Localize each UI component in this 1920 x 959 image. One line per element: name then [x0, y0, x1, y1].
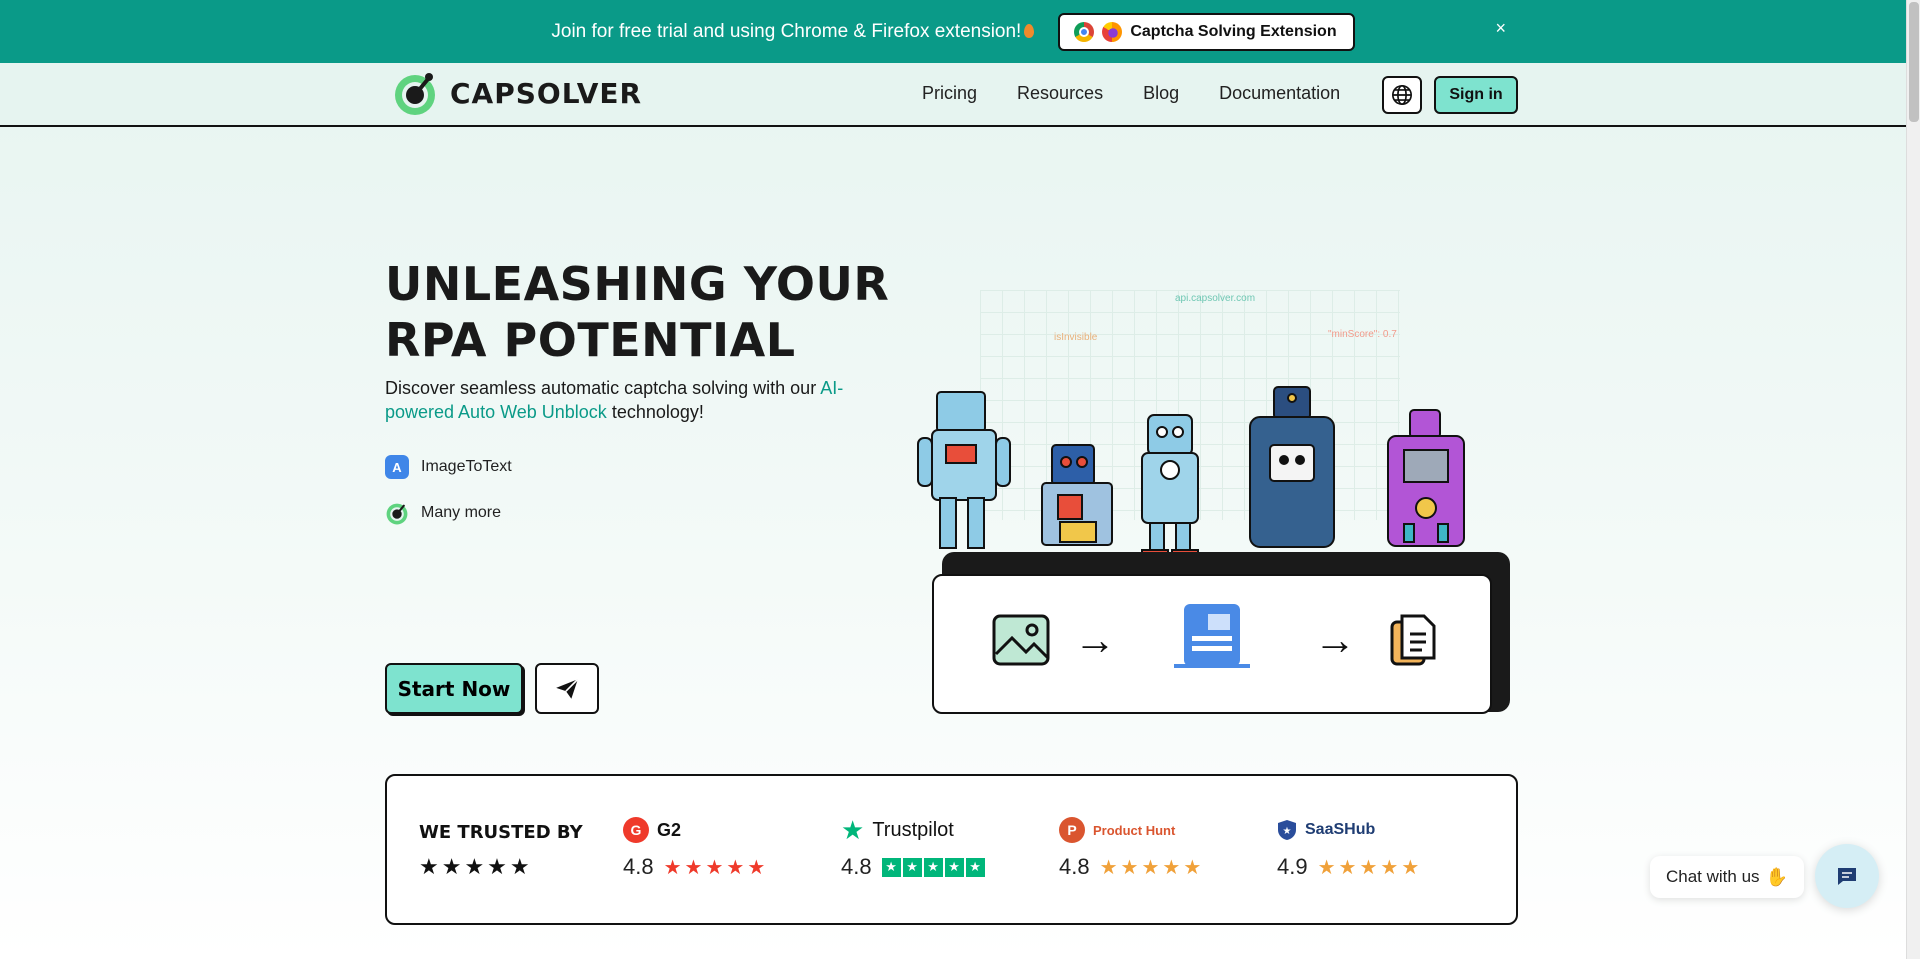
hero-title: UNLEASHING YOUR RPA POTENTIAL [385, 256, 889, 368]
chat-icon [1838, 868, 1856, 885]
nav-resources[interactable]: Resources [1017, 83, 1103, 104]
producthunt-stars: ★★★★★ [1099, 856, 1205, 879]
g2-label: G2 [657, 819, 682, 840]
fire-icon [1024, 23, 1035, 38]
feature-many-more[interactable]: Many more [385, 501, 501, 525]
language-button[interactable] [1382, 76, 1422, 114]
close-icon[interactable]: × [1495, 18, 1506, 39]
telegram-button[interactable] [535, 663, 599, 714]
rating-trustpilot[interactable]: ★ Trustpilot 4.8 ★ ★ ★ ★ ★ [841, 814, 985, 880]
trusted-by-bar: WE TRUSTED BY ★★★★★ G G2 4.8 ★★★★★ ★ Tru… [385, 774, 1518, 925]
process-card: → → [932, 574, 1492, 714]
saashub-stars: ★★★★★ [1317, 856, 1423, 879]
document-scan-icon [1174, 604, 1250, 668]
svg-text:★: ★ [1283, 826, 1292, 837]
rating-producthunt[interactable]: P Product Hunt 4.8 ★★★★★ [1059, 816, 1204, 880]
main-nav: Pricing Resources Blog Documentation [922, 83, 1340, 104]
trustpilot-star-icon: ★ [841, 814, 865, 845]
capsolver-logo-icon [386, 503, 408, 525]
robot-light-blue [917, 391, 1011, 549]
feature-imagetotext[interactable]: A ImageToText [385, 455, 512, 479]
saashub-label: SaaSHub [1305, 821, 1376, 838]
hero-desc-suffix: technology! [611, 402, 704, 422]
extension-button-label: Captcha Solving Extension [1130, 22, 1337, 40]
page-scrollbar[interactable] [1906, 0, 1920, 959]
image-icon [992, 614, 1050, 666]
producthunt-icon: P [1059, 817, 1085, 843]
nav-blog[interactable]: Blog [1143, 83, 1179, 104]
g2-icon: G [623, 817, 649, 843]
scrollbar-thumb[interactable] [1909, 2, 1919, 122]
producthunt-label: Product Hunt [1093, 822, 1176, 838]
robot-light-blue-2 [1141, 414, 1199, 559]
chat-bubble[interactable]: Chat with us ✋ [1650, 856, 1804, 898]
nav-pricing[interactable]: Pricing [922, 83, 977, 104]
signin-button[interactable]: Sign in [1434, 76, 1518, 114]
feature-label: Many more [421, 504, 502, 521]
capsolver-logo-icon [395, 73, 435, 115]
nav-documentation[interactable]: Documentation [1219, 83, 1340, 104]
banner-text: Join for free trial and using Chrome & F… [551, 21, 1035, 43]
logo[interactable]: CAPSOLVER [392, 70, 642, 116]
hero-title-line1: UNLEASHING YOUR [385, 257, 890, 311]
g2-stars: ★★★★★ [663, 856, 769, 879]
hero-desc-prefix: Discover seamless automatic captcha solv… [385, 378, 817, 398]
rating-g2[interactable]: G G2 4.8 ★★★★★ [623, 816, 768, 880]
robot-dark-blue [1041, 444, 1113, 546]
trusted-stars: ★★★★★ [419, 854, 533, 879]
extension-button[interactable]: Captcha Solving Extension [1058, 12, 1355, 51]
chat-button[interactable] [1815, 844, 1879, 908]
feature-label: ImageToText [421, 458, 512, 475]
trustpilot-label: Trustpilot [872, 818, 954, 841]
chrome-icon [1074, 21, 1095, 42]
trustpilot-stars: ★ ★ ★ ★ ★ [881, 857, 985, 877]
promo-banner: Join for free trial and using Chrome & F… [0, 0, 1906, 63]
producthunt-score: 4.8 [1059, 854, 1090, 879]
g2-score: 4.8 [623, 854, 654, 879]
chat-label: Chat with us [1666, 867, 1760, 886]
arrow-right-icon: → [1074, 616, 1116, 663]
start-now-button[interactable]: Start Now [385, 663, 523, 714]
hero-title-line2: RPA POTENTIAL [385, 313, 796, 367]
paper-plane-icon [556, 678, 579, 699]
robot-purple [1387, 409, 1465, 547]
globe-icon [1392, 85, 1412, 105]
rating-saashub[interactable]: ★ SaaSHub 4.9 ★★★★★ [1277, 816, 1422, 880]
logo-text: CAPSOLVER [450, 76, 643, 110]
saashub-score: 4.9 [1277, 854, 1308, 879]
arrow-right-icon: → [1314, 616, 1356, 663]
waving-hand-icon: ✋ [1765, 866, 1788, 887]
trustpilot-score: 4.8 [841, 854, 872, 879]
text-file-icon [1390, 614, 1436, 666]
trusted-title: WE TRUSTED BY [419, 822, 583, 843]
robot-navy [1249, 386, 1335, 548]
firefox-icon [1102, 21, 1123, 42]
imagetotext-icon: A [385, 455, 409, 479]
hero-description: Discover seamless automatic captcha solv… [385, 376, 865, 424]
saashub-shield-icon: ★ [1278, 820, 1296, 840]
site-header: CAPSOLVER Pricing Resources Blog Documen… [0, 63, 1906, 127]
